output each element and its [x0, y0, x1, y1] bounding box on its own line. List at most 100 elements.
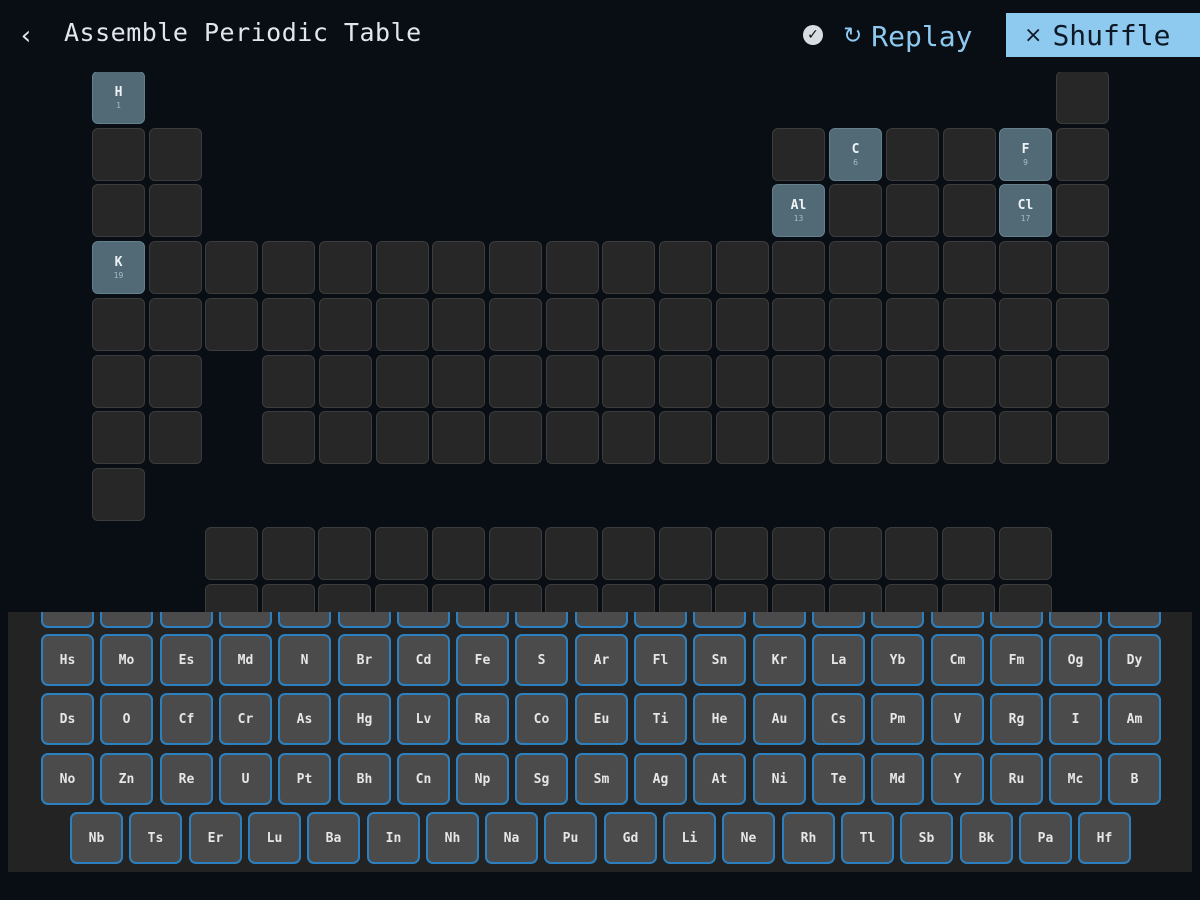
empty-element-slot[interactable] — [375, 527, 428, 580]
empty-element-slot[interactable] — [772, 298, 825, 351]
empty-element-slot[interactable] — [149, 241, 202, 294]
element-tile[interactable]: Cf — [160, 693, 213, 745]
empty-element-slot[interactable] — [772, 241, 825, 294]
element-tile[interactable]: Pm — [871, 693, 924, 745]
element-tile[interactable]: Lv — [397, 693, 450, 745]
empty-element-slot[interactable] — [772, 584, 825, 612]
empty-element-slot[interactable] — [92, 298, 145, 351]
empty-element-slot[interactable] — [149, 128, 202, 181]
empty-element-slot[interactable] — [489, 411, 542, 464]
element-tile[interactable]: Ni — [753, 753, 806, 805]
empty-element-slot[interactable] — [318, 527, 371, 580]
empty-element-slot[interactable] — [659, 584, 712, 612]
element-tile[interactable]: Y — [931, 753, 984, 805]
element-tile[interactable]: Li — [663, 812, 716, 864]
element-tile[interactable]: Am — [1108, 693, 1161, 745]
empty-element-slot[interactable] — [659, 355, 712, 408]
empty-element-slot[interactable] — [602, 298, 655, 351]
element-tile[interactable]: Yb — [871, 634, 924, 686]
empty-element-slot[interactable] — [943, 355, 996, 408]
empty-element-slot[interactable] — [205, 584, 258, 612]
empty-element-slot[interactable] — [602, 411, 655, 464]
element-tile[interactable]: Ds — [41, 693, 94, 745]
empty-element-slot[interactable] — [489, 241, 542, 294]
empty-element-slot[interactable] — [886, 355, 939, 408]
element-tile[interactable]: Ts — [129, 812, 182, 864]
empty-element-slot[interactable] — [829, 411, 882, 464]
element-tile[interactable]: Rg — [990, 693, 1043, 745]
empty-element-slot[interactable] — [602, 527, 655, 580]
empty-element-slot[interactable] — [262, 298, 315, 351]
empty-element-slot[interactable] — [432, 411, 485, 464]
empty-element-slot[interactable] — [659, 298, 712, 351]
element-tile[interactable]: He — [693, 693, 746, 745]
empty-element-slot[interactable] — [659, 241, 712, 294]
element-tile[interactable]: Es — [160, 634, 213, 686]
empty-element-slot[interactable] — [149, 184, 202, 237]
element-tray[interactable]: Hs Mo Es Md N Br Cd Fe S Ar Fl Sn Kr La Yb Cm Fm Og Dy Ds O C… — [8, 612, 1192, 872]
element-tile[interactable]: Sn — [693, 634, 746, 686]
empty-element-slot[interactable] — [716, 411, 769, 464]
empty-element-slot[interactable] — [886, 184, 939, 237]
empty-element-slot[interactable] — [885, 527, 938, 580]
element-tile[interactable]: Cd — [397, 634, 450, 686]
empty-element-slot[interactable] — [772, 355, 825, 408]
empty-element-slot[interactable] — [376, 411, 429, 464]
element-tile-partial[interactable] — [693, 612, 746, 628]
empty-element-slot[interactable] — [659, 527, 712, 580]
empty-element-slot[interactable] — [999, 411, 1052, 464]
empty-element-slot[interactable] — [262, 355, 315, 408]
element-tile-partial[interactable] — [753, 612, 806, 628]
empty-element-slot[interactable] — [319, 298, 372, 351]
shuffle-button[interactable]: ⨯ Shuffle — [1006, 13, 1200, 57]
element-tile[interactable]: Co — [515, 693, 568, 745]
element-tile[interactable]: Na — [485, 812, 538, 864]
empty-element-slot[interactable] — [489, 584, 542, 612]
element-tile[interactable]: Pt — [278, 753, 331, 805]
empty-element-slot[interactable] — [829, 527, 882, 580]
empty-element-slot[interactable] — [715, 584, 768, 612]
empty-element-slot[interactable] — [999, 584, 1052, 612]
element-tile[interactable]: Og — [1049, 634, 1102, 686]
empty-element-slot[interactable] — [716, 298, 769, 351]
empty-element-slot[interactable] — [829, 584, 882, 612]
element-tile-partial[interactable] — [990, 612, 1043, 628]
element-tile[interactable]: Er — [189, 812, 242, 864]
empty-element-slot[interactable] — [602, 241, 655, 294]
element-tile[interactable]: Sm — [575, 753, 628, 805]
element-tile[interactable]: Tl — [841, 812, 894, 864]
element-tile[interactable]: Cr — [219, 693, 272, 745]
empty-element-slot[interactable] — [92, 128, 145, 181]
element-tile[interactable]: O — [100, 693, 153, 745]
element-tile[interactable]: Dy — [1108, 634, 1161, 686]
element-tile[interactable]: In — [367, 812, 420, 864]
element-tile-partial[interactable] — [41, 612, 94, 628]
empty-element-slot[interactable] — [885, 584, 938, 612]
empty-element-slot[interactable] — [886, 298, 939, 351]
empty-element-slot[interactable] — [772, 411, 825, 464]
element-tile-partial[interactable] — [515, 612, 568, 628]
empty-element-slot[interactable] — [262, 527, 315, 580]
empty-element-slot[interactable] — [716, 241, 769, 294]
empty-element-slot[interactable] — [942, 584, 995, 612]
element-tile[interactable]: Nb — [70, 812, 123, 864]
empty-element-slot[interactable] — [149, 411, 202, 464]
element-tile[interactable]: Cs — [812, 693, 865, 745]
element-tile[interactable]: Bk — [960, 812, 1013, 864]
element-tile[interactable]: Md — [871, 753, 924, 805]
element-tile-partial[interactable] — [338, 612, 391, 628]
element-tile[interactable]: Re — [160, 753, 213, 805]
replay-button[interactable]: ↻ Replay — [843, 14, 972, 58]
element-tile-partial[interactable] — [1108, 612, 1161, 628]
empty-element-slot[interactable] — [92, 468, 145, 521]
element-tile[interactable]: Mo — [100, 634, 153, 686]
empty-element-slot[interactable] — [1056, 241, 1109, 294]
element-tile[interactable]: Ru — [990, 753, 1043, 805]
empty-element-slot[interactable] — [943, 184, 996, 237]
element-tile-partial[interactable] — [812, 612, 865, 628]
empty-element-slot[interactable] — [1056, 411, 1109, 464]
element-tile[interactable]: Cn — [397, 753, 450, 805]
empty-element-slot[interactable] — [886, 128, 939, 181]
element-tile[interactable]: Mc — [1049, 753, 1102, 805]
element-tile[interactable]: Cm — [931, 634, 984, 686]
